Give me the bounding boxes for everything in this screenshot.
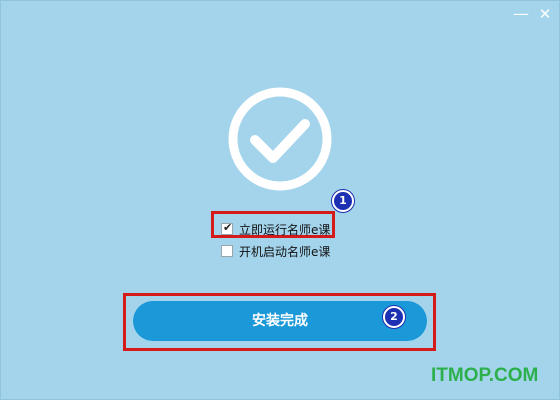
step-badge-2: 2 bbox=[383, 306, 405, 328]
option-label: 立即运行名师e课 bbox=[239, 222, 331, 237]
option-autostart[interactable]: 开机启动名师e课 bbox=[221, 242, 330, 260]
option-run-now[interactable]: ✔ 立即运行名师e课 bbox=[221, 220, 330, 238]
check-circle-icon bbox=[227, 86, 333, 196]
watermark-text: ITMOP.COM bbox=[431, 365, 539, 386]
option-label: 开机启动名师e课 bbox=[239, 244, 331, 259]
installer-window: — ✕ ✔ 立即运行名师e课 开机启动名师e课 1 安装完成 2 ITMOP.C… bbox=[0, 0, 560, 400]
checkbox-autostart[interactable] bbox=[221, 245, 233, 257]
minimize-button[interactable]: — bbox=[512, 5, 530, 23]
checkmark-icon: ✔ bbox=[223, 221, 233, 234]
options-group: ✔ 立即运行名师e课 开机启动名师e课 bbox=[221, 220, 330, 264]
checkbox-run-now[interactable]: ✔ bbox=[221, 221, 233, 235]
step-badge-1: 1 bbox=[332, 190, 354, 212]
close-button[interactable]: ✕ bbox=[536, 5, 554, 23]
